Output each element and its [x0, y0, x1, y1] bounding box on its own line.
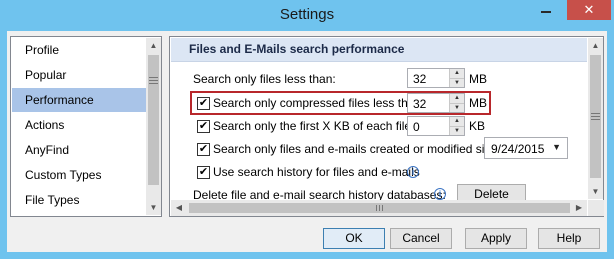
close-icon[interactable]: ✕ — [567, 0, 611, 20]
compressed-less-than-stepper[interactable]: 32 ▲ ▼ — [407, 93, 465, 113]
spin-up-icon[interactable]: ▲ — [449, 117, 464, 126]
stepper-value: 32 — [413, 72, 427, 86]
grip-line — [376, 205, 377, 211]
stepper-value: 32 — [413, 97, 427, 111]
nav-item-file-types[interactable]: File Types — [12, 188, 147, 212]
compressed-checkbox[interactable]: ✔ — [197, 97, 210, 110]
nav-item-actions[interactable]: Actions — [12, 113, 147, 137]
nav-item-profile[interactable]: Profile — [12, 38, 147, 62]
scroll-thumb[interactable] — [148, 55, 159, 185]
created-since-checkbox[interactable]: ✔ — [197, 143, 210, 156]
files-less-than-stepper[interactable]: 32 ▲ ▼ — [407, 68, 465, 88]
info-icon[interactable]: i — [434, 188, 446, 200]
compressed-less-than-label: Search only compressed files less than: — [213, 96, 425, 110]
spin-down-icon[interactable]: ▼ — [449, 126, 464, 135]
scroll-up-icon[interactable]: ▲ — [146, 38, 161, 53]
spin-down-icon[interactable]: ▼ — [449, 78, 464, 87]
section-title: Files and E-Mails search performance — [189, 42, 405, 56]
help-button[interactable]: Help — [538, 228, 600, 249]
dropdown-arrow-icon[interactable]: ▼ — [552, 142, 561, 152]
scroll-right-icon[interactable]: ▶ — [571, 200, 587, 216]
section-header: Files and E-Mails search performance — [171, 38, 587, 62]
scroll-up-icon[interactable]: ▲ — [588, 38, 603, 53]
minimize-icon[interactable] — [533, 0, 559, 20]
since-date-picker[interactable]: 9/24/2015 ▼ — [484, 137, 568, 159]
grip-line — [149, 83, 158, 84]
panel-h-scrollbar[interactable]: ◀ ▶ — [171, 200, 587, 216]
cancel-button[interactable]: Cancel — [390, 228, 452, 249]
first-kb-label: Search only the first X KB of each file: — [213, 119, 415, 133]
grip-line — [382, 205, 383, 211]
grip-line — [149, 80, 158, 81]
scroll-corner — [588, 200, 604, 216]
files-less-than-label: Search only files less than: — [193, 72, 336, 86]
grip-line — [149, 77, 158, 78]
scroll-down-icon[interactable]: ▼ — [146, 200, 161, 215]
title-bar: Settings ✕ — [0, 0, 614, 31]
nav-item-custom-types[interactable]: Custom Types — [12, 163, 147, 187]
grip-line — [379, 205, 380, 211]
settings-nav-list: Profile Popular Performance Actions AnyF… — [10, 36, 162, 217]
unit-label: MB — [469, 72, 487, 86]
use-history-checkbox[interactable]: ✔ — [197, 166, 210, 179]
grip-line — [591, 119, 600, 120]
nav-item-anyfind[interactable]: AnyFind — [12, 138, 147, 162]
nav-item-popular[interactable]: Popular — [12, 63, 147, 87]
created-since-label: Search only files and e-mails created or… — [213, 142, 508, 156]
nav-item-performance[interactable]: Performance — [12, 88, 147, 112]
dialog-body: Profile Popular Performance Actions AnyF… — [7, 31, 607, 252]
spin-up-icon[interactable]: ▲ — [449, 94, 464, 103]
unit-label: MB — [469, 96, 487, 110]
info-icon[interactable]: i — [407, 166, 419, 178]
first-kb-stepper[interactable]: 0 ▲ ▼ — [407, 116, 465, 136]
grip-line — [591, 116, 600, 117]
ok-button[interactable]: OK — [323, 228, 385, 249]
stepper-value: 0 — [413, 120, 420, 134]
spin-up-icon[interactable]: ▲ — [449, 69, 464, 78]
settings-panel: Files and E-Mails search performance Sea… — [169, 36, 604, 217]
spin-down-icon[interactable]: ▼ — [449, 103, 464, 112]
scroll-left-icon[interactable]: ◀ — [171, 200, 187, 216]
use-history-label: Use search history for files and e-mails — [213, 165, 420, 179]
date-value: 9/24/2015 — [491, 142, 545, 156]
apply-button[interactable]: Apply — [465, 228, 527, 249]
scroll-down-icon[interactable]: ▼ — [588, 184, 603, 199]
grip-line — [591, 113, 600, 114]
unit-label: KB — [469, 119, 486, 133]
window-title: Settings — [279, 6, 335, 23]
panel-scrollbar[interactable]: ▲ ▼ — [588, 38, 603, 199]
first-kb-checkbox[interactable]: ✔ — [197, 120, 210, 133]
nav-scrollbar[interactable]: ▲ ▼ — [146, 38, 161, 215]
